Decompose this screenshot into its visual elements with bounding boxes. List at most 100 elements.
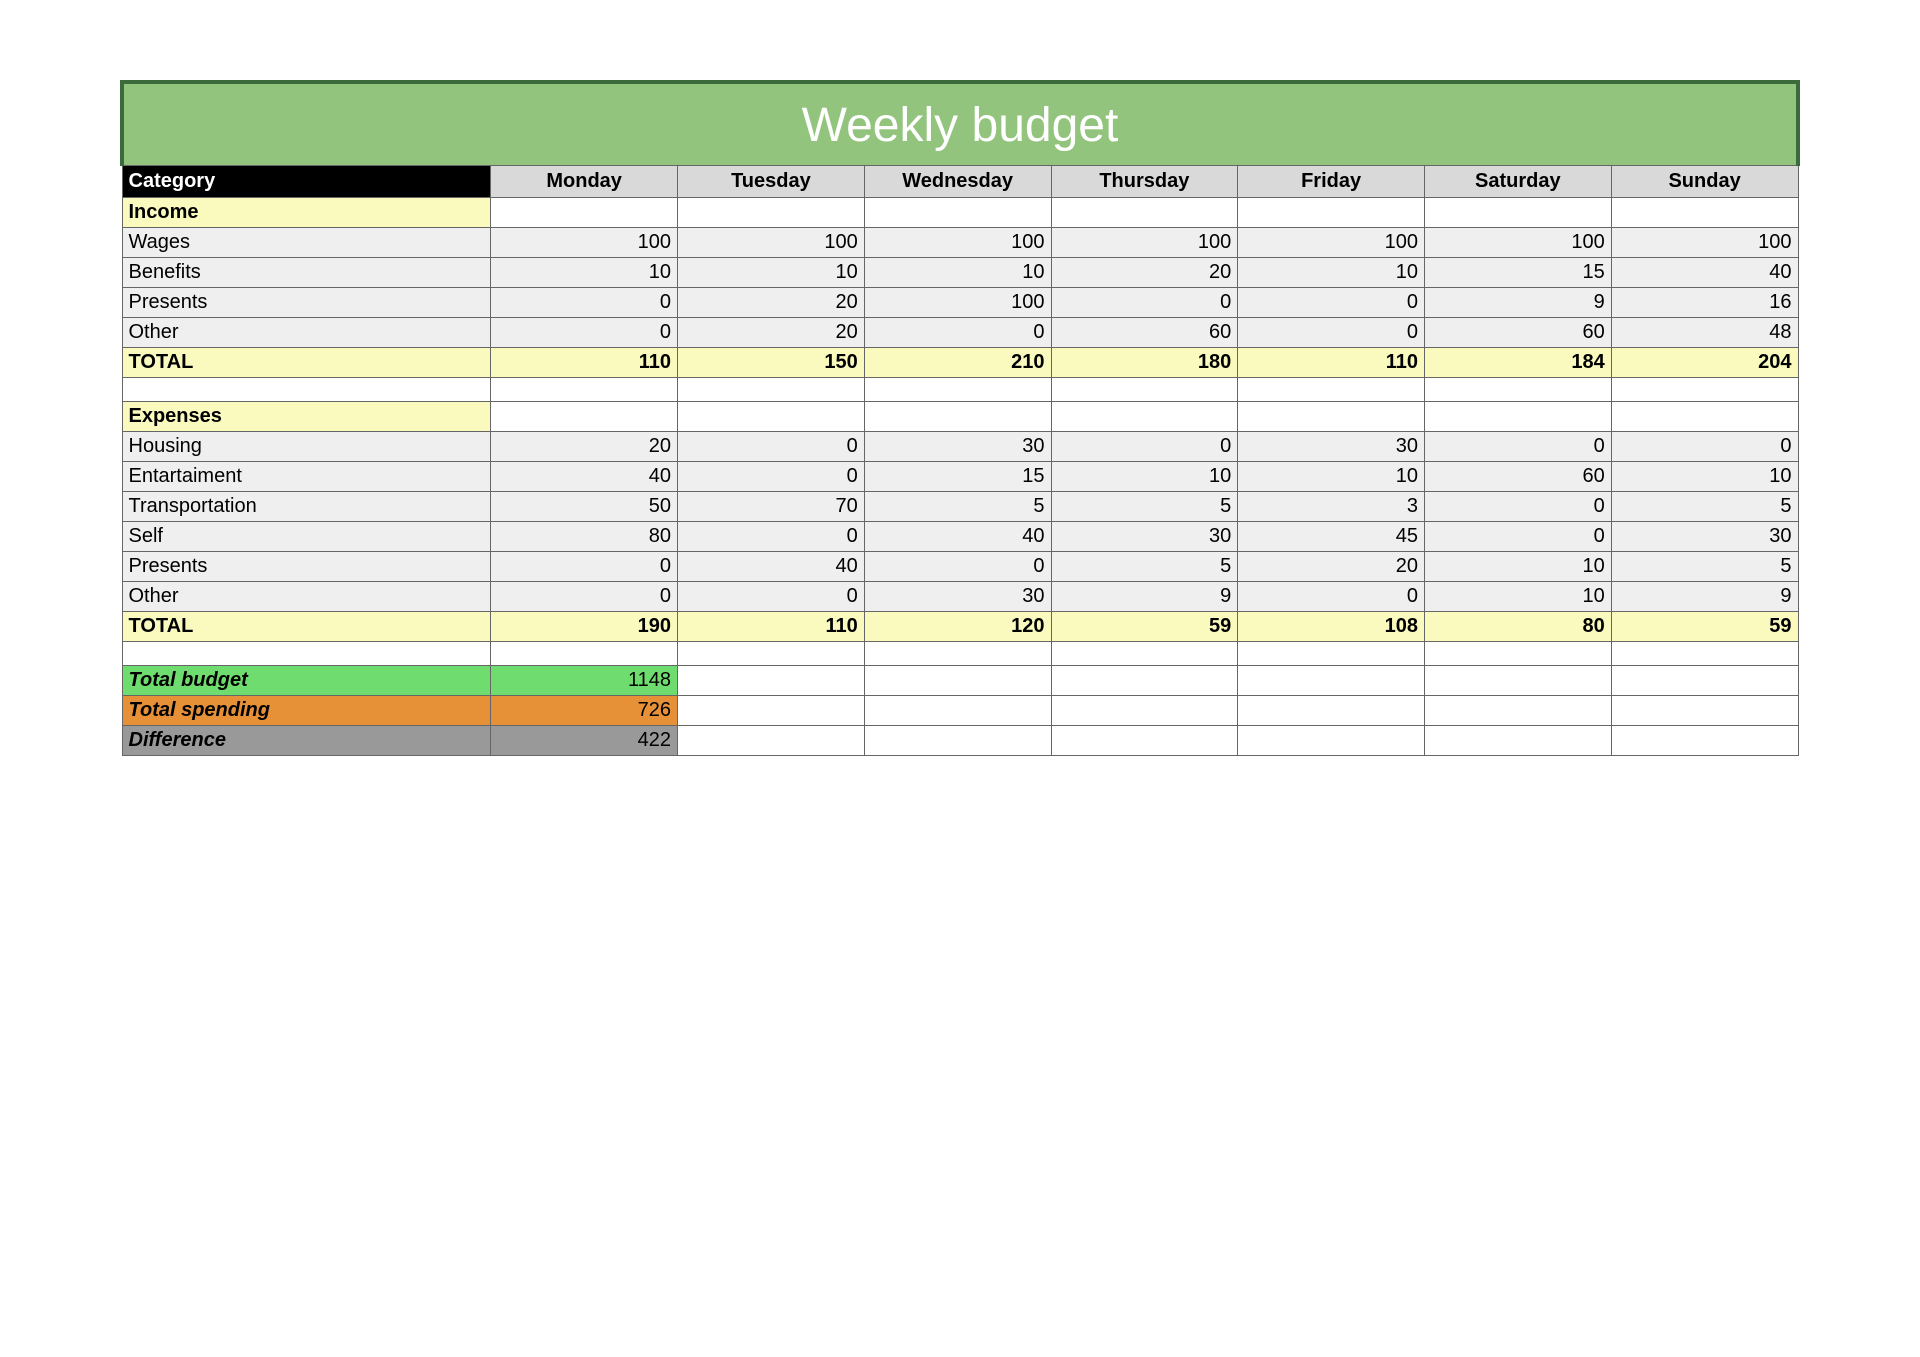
row-value: 100 [491,228,678,258]
header-day-sat: Saturday [1424,166,1611,198]
row-value: 3 [1238,492,1425,522]
row-value: 70 [678,492,865,522]
row-value: 40 [864,522,1051,552]
row-value: 30 [1051,522,1238,552]
difference-value: 422 [491,726,678,756]
row-value: 100 [864,288,1051,318]
budget-table: Weekly budget Category Monday Tuesday We… [120,80,1800,756]
row-value: 10 [678,258,865,288]
row-value: 100 [1238,228,1425,258]
row-value: 0 [1611,432,1798,462]
table-row: Wages 100 100 100 100 100 100 100 [122,228,1798,258]
table-row: Self 80 0 40 30 45 0 30 [122,522,1798,552]
income-total-value: 110 [1238,348,1425,378]
row-label: Wages [122,228,491,258]
income-total-label: TOTAL [122,348,491,378]
expenses-total-value: 59 [1051,612,1238,642]
row-value: 10 [1051,462,1238,492]
header-day-wed: Wednesday [864,166,1051,198]
expenses-total-row: TOTAL 190 110 120 59 108 80 59 [122,612,1798,642]
row-value: 30 [864,432,1051,462]
total-budget-row: Total budget 1148 [122,666,1798,696]
row-value: 100 [864,228,1051,258]
row-label: Transportation [122,492,491,522]
table-row: Housing 20 0 30 0 30 0 0 [122,432,1798,462]
page-title: Weekly budget [122,82,1798,166]
header-day-thu: Thursday [1051,166,1238,198]
header-day-sun: Sunday [1611,166,1798,198]
row-value: 0 [1238,288,1425,318]
row-label: Housing [122,432,491,462]
row-value: 15 [1424,258,1611,288]
row-value: 0 [678,432,865,462]
row-value: 45 [1238,522,1425,552]
row-value: 5 [1611,492,1798,522]
row-value: 60 [1424,462,1611,492]
row-value: 80 [491,522,678,552]
row-label: Presents [122,552,491,582]
table-row: Other 0 0 30 9 0 10 9 [122,582,1798,612]
row-value: 100 [1424,228,1611,258]
table-row: Entartaiment 40 0 15 10 10 60 10 [122,462,1798,492]
row-value: 5 [864,492,1051,522]
income-total-value: 110 [491,348,678,378]
expenses-total-value: 120 [864,612,1051,642]
row-value: 20 [678,288,865,318]
row-value: 20 [1238,552,1425,582]
row-value: 0 [491,288,678,318]
row-value: 0 [678,522,865,552]
row-label: Entartaiment [122,462,491,492]
row-label: Other [122,318,491,348]
row-value: 5 [1611,552,1798,582]
total-budget-label: Total budget [122,666,491,696]
row-label: Presents [122,288,491,318]
row-value: 30 [1611,522,1798,552]
difference-row: Difference 422 [122,726,1798,756]
income-total-row: TOTAL 110 150 210 180 110 184 204 [122,348,1798,378]
header-day-tue: Tuesday [678,166,865,198]
row-value: 0 [1424,522,1611,552]
row-value: 100 [678,228,865,258]
row-label: Other [122,582,491,612]
row-value: 0 [864,552,1051,582]
row-value: 0 [1424,432,1611,462]
expenses-total-value: 190 [491,612,678,642]
table-row: Other 0 20 0 60 0 60 48 [122,318,1798,348]
row-value: 40 [678,552,865,582]
row-label: Benefits [122,258,491,288]
row-value: 20 [491,432,678,462]
row-value: 9 [1611,582,1798,612]
difference-label: Difference [122,726,491,756]
expenses-total-value: 80 [1424,612,1611,642]
expenses-total-label: TOTAL [122,612,491,642]
table-row: Presents 0 40 0 5 20 10 5 [122,552,1798,582]
row-value: 0 [678,582,865,612]
expenses-section-row: Expenses [122,402,1798,432]
expenses-total-value: 108 [1238,612,1425,642]
total-budget-value: 1148 [491,666,678,696]
header-day-fri: Friday [1238,166,1425,198]
row-value: 20 [678,318,865,348]
row-value: 20 [1051,258,1238,288]
row-value: 9 [1051,582,1238,612]
header-day-mon: Monday [491,166,678,198]
row-value: 0 [1051,288,1238,318]
income-total-value: 210 [864,348,1051,378]
row-value: 0 [1238,582,1425,612]
expenses-total-value: 59 [1611,612,1798,642]
spacer-row [122,378,1798,402]
row-value: 0 [491,318,678,348]
expenses-total-value: 110 [678,612,865,642]
row-value: 0 [1051,432,1238,462]
row-value: 40 [1611,258,1798,288]
income-section-label: Income [122,198,491,228]
income-section-row: Income [122,198,1798,228]
row-value: 10 [1238,258,1425,288]
row-value: 10 [864,258,1051,288]
header-category: Category [122,166,491,198]
row-value: 60 [1424,318,1611,348]
row-value: 10 [491,258,678,288]
row-value: 5 [1051,492,1238,522]
income-total-value: 180 [1051,348,1238,378]
row-value: 10 [1238,462,1425,492]
